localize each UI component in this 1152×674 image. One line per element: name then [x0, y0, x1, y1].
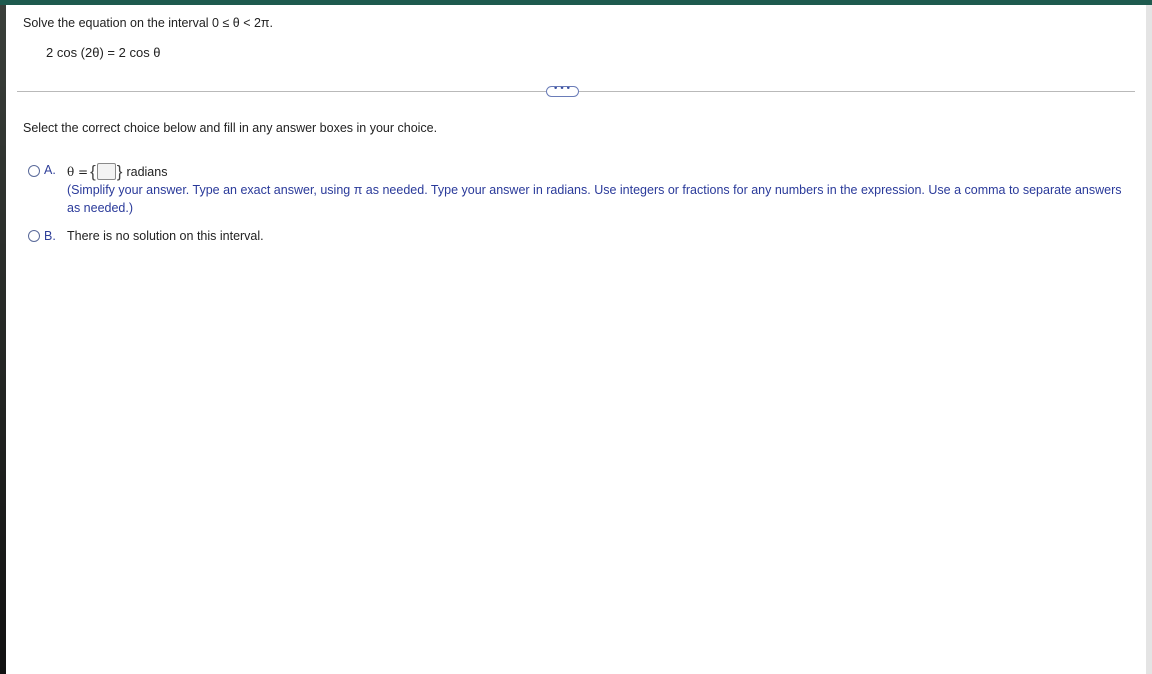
choice-a-radio[interactable] — [28, 165, 40, 177]
expand-more-button[interactable]: ••• — [546, 86, 579, 97]
choice-a-letter[interactable]: A. — [44, 163, 56, 177]
radians-unit-label: radians — [126, 164, 168, 179]
close-brace: } — [116, 161, 123, 181]
choice-b-text[interactable]: There is no solution on this interval. — [67, 229, 264, 243]
question-instruction: Solve the equation on the interval 0 ≤ θ… — [23, 16, 274, 30]
question-equation: 2 cos (2θ) = 2 cos θ — [46, 45, 161, 60]
choice-b-letter[interactable]: B. — [44, 229, 56, 243]
choice-a-hint: (Simplify your answer. Type an exact ans… — [67, 183, 1122, 215]
theta-equals-label: θ = — [67, 164, 89, 179]
answer-input-box[interactable] — [96, 163, 116, 180]
choice-prompt: Select the correct choice below and fill… — [23, 121, 438, 135]
choice-a-answer-line: θ = { } radians — [67, 163, 167, 180]
question-panel: Solve the equation on the interval 0 ≤ θ… — [6, 5, 1146, 674]
open-brace: { — [90, 161, 96, 181]
right-scrollbar-track[interactable] — [1146, 5, 1152, 674]
choice-b-radio[interactable] — [28, 230, 40, 242]
